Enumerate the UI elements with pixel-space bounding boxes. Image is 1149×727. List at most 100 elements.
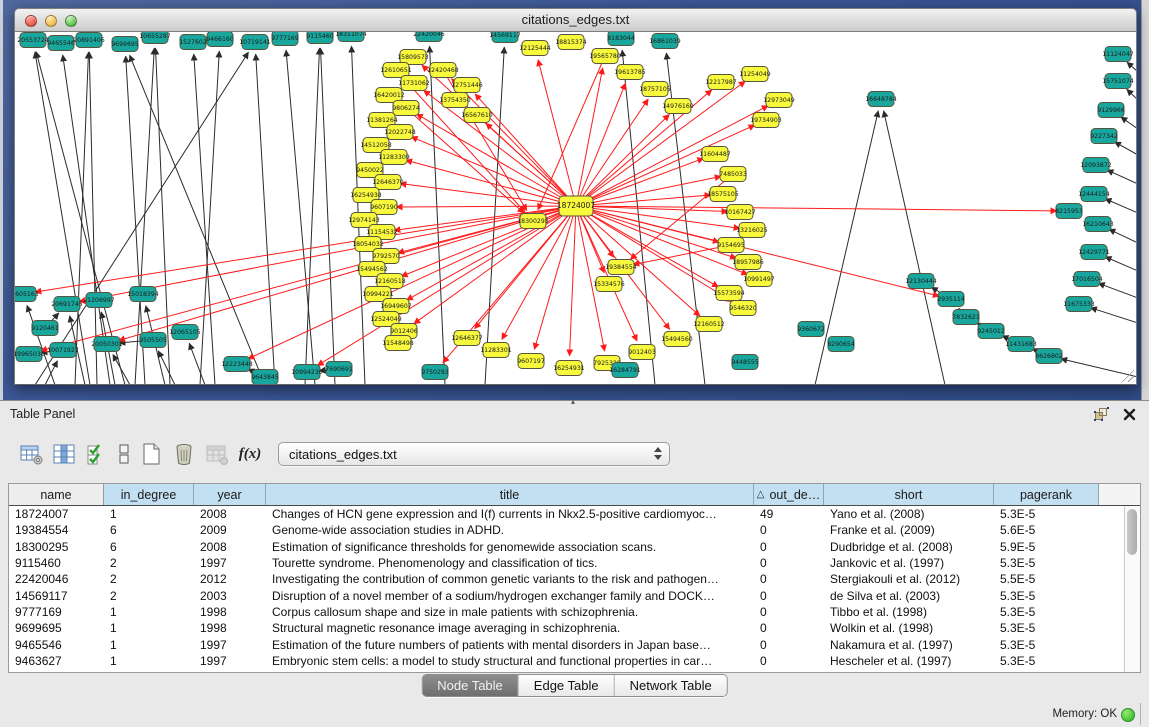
graph-node[interactable]: 10071927 bbox=[47, 343, 79, 358]
minimize-window-button[interactable] bbox=[45, 15, 57, 27]
graph-node[interactable]: 11283301 bbox=[480, 343, 512, 358]
table-row[interactable]: 1456911722003Disruption of a novel membe… bbox=[9, 587, 1124, 603]
graph-node[interactable]: 16567610 bbox=[461, 108, 493, 123]
graph-node[interactable]: 8215953 bbox=[1055, 204, 1083, 219]
column-header-in-degree[interactable]: in_degree bbox=[104, 484, 194, 505]
graph-node[interactable]: 13216025 bbox=[736, 223, 768, 238]
graph-node[interactable]: 14569117 bbox=[489, 32, 521, 43]
graph-node[interactable]: 10167427 bbox=[724, 205, 756, 220]
graph-node[interactable]: 10719141 bbox=[239, 35, 271, 50]
table-scrollbar[interactable] bbox=[1124, 506, 1140, 672]
tab-edge-table[interactable]: Edge Table bbox=[519, 675, 615, 696]
graph-node[interactable]: 19613785 bbox=[614, 65, 646, 80]
close-panel-icon[interactable] bbox=[1121, 406, 1137, 422]
graph-node[interactable]: 9360672 bbox=[797, 322, 825, 337]
graph-node[interactable]: 15334576 bbox=[593, 277, 625, 292]
graph-node[interactable]: 16284791 bbox=[609, 363, 641, 378]
graph-node[interactable]: 12751446 bbox=[451, 78, 483, 93]
table-row[interactable]: 946362711997Embryonic stem cells: a mode… bbox=[9, 653, 1124, 669]
graph-node[interactable]: 11548498 bbox=[382, 336, 414, 351]
graph-node[interactable]: 14976160 bbox=[662, 99, 694, 114]
graph-node[interactable]: 11283309 bbox=[378, 150, 410, 165]
graph-node[interactable]: 9466160 bbox=[206, 32, 234, 47]
graph-node[interactable]: 12420468 bbox=[427, 63, 459, 78]
graph-node[interactable]: 9154695 bbox=[717, 238, 745, 253]
network-canvas[interactable]: 1872400715809573126106511173106216420012… bbox=[14, 32, 1137, 385]
network-graph[interactable]: 1872400715809573126106511173106216420012… bbox=[15, 32, 1137, 385]
network-window-titlebar[interactable]: citations_edges.txt bbox=[14, 8, 1137, 32]
tab-node-table[interactable]: Node Table bbox=[422, 675, 519, 696]
graph-node[interactable]: 17016504 bbox=[1071, 272, 1103, 287]
new-table-icon[interactable] bbox=[138, 441, 164, 467]
graph-node[interactable]: 8290654 bbox=[827, 337, 855, 352]
table-row[interactable]: 1938455462009Genome-wide association stu… bbox=[9, 522, 1124, 538]
column-header-short[interactable]: short bbox=[824, 484, 994, 505]
graph-node[interactable]: 12973049 bbox=[763, 93, 795, 108]
graph-node[interactable]: 12160512 bbox=[693, 317, 725, 332]
graph-node[interactable]: 18957986 bbox=[732, 255, 764, 270]
graph-node[interactable]: 8626802 bbox=[1035, 349, 1063, 364]
graph-node[interactable]: 12646370 bbox=[372, 175, 404, 190]
graph-node[interactable]: 20050301 bbox=[91, 337, 123, 352]
graph-node[interactable]: 20891406 bbox=[73, 33, 105, 48]
graph-node[interactable]: 11124047 bbox=[1102, 47, 1134, 62]
graph-node[interactable]: 20691745 bbox=[51, 297, 83, 312]
graph-node[interactable]: 16210643 bbox=[1082, 217, 1114, 232]
tab-network-table[interactable]: Network Table bbox=[615, 675, 727, 696]
graph-node[interactable]: 9245012 bbox=[977, 324, 1005, 339]
graph-node[interactable]: 15018394 bbox=[127, 287, 159, 302]
graph-node[interactable]: 11254049 bbox=[739, 67, 771, 82]
graph-node[interactable]: 18311074 bbox=[335, 32, 367, 42]
graph-node[interactable]: 19965036 bbox=[15, 347, 45, 362]
graph-node[interactable]: 9777169 bbox=[271, 32, 299, 46]
graph-node[interactable]: 19565780 bbox=[589, 49, 621, 64]
graph-node[interactable]: 20605163 bbox=[15, 287, 39, 302]
graph-node[interactable]: 10991497 bbox=[743, 272, 775, 287]
graph-node[interactable]: 20553724 bbox=[17, 33, 49, 48]
graph-node[interactable]: 16861039 bbox=[649, 34, 681, 49]
graph-node[interactable]: 9227342 bbox=[1090, 129, 1118, 144]
memory-status-indicator[interactable] bbox=[1121, 708, 1135, 722]
graph-node[interactable]: 16648784 bbox=[865, 92, 897, 107]
table-settings-icon[interactable] bbox=[18, 441, 44, 467]
graph-node[interactable]: 9643845 bbox=[251, 370, 279, 385]
graph-node[interactable]: 19384554 bbox=[605, 260, 637, 275]
close-window-button[interactable] bbox=[25, 15, 37, 27]
graph-node[interactable]: 7485033 bbox=[719, 167, 747, 182]
table-scrollbar-thumb[interactable] bbox=[1127, 509, 1137, 555]
graph-node[interactable]: 9546320 bbox=[729, 301, 757, 316]
column-select-icon[interactable] bbox=[51, 441, 77, 467]
column-header-year[interactable]: year bbox=[194, 484, 266, 505]
graph-node[interactable]: 18757105 bbox=[639, 82, 671, 97]
graph-node[interactable]: 9505505 bbox=[139, 333, 167, 348]
graph-node[interactable]: 13754350 bbox=[439, 93, 471, 108]
graph-node[interactable]: 9465546 bbox=[47, 36, 75, 51]
graph-node[interactable]: 7832621 bbox=[952, 310, 980, 325]
graph-node[interactable]: 11604487 bbox=[699, 147, 731, 162]
table-row[interactable]: 946554611997Estimation of the future num… bbox=[9, 636, 1124, 652]
graph-node[interactable]: 9129966 bbox=[1097, 103, 1125, 118]
graph-node[interactable]: 12065105 bbox=[169, 325, 201, 340]
delete-table-icon[interactable] bbox=[171, 441, 197, 467]
rows-icon[interactable] bbox=[117, 441, 131, 467]
graph-node[interactable]: 9448555 bbox=[731, 355, 759, 370]
graph-node[interactable]: 19734903 bbox=[750, 113, 782, 128]
graph-node[interactable]: 18724007 bbox=[557, 196, 595, 216]
graph-node[interactable]: 15573594 bbox=[713, 286, 745, 301]
graph-node[interactable]: 22420046 bbox=[413, 32, 445, 42]
graph-node[interactable]: 21206997 bbox=[83, 293, 115, 308]
graph-node[interactable]: 2935114 bbox=[937, 292, 965, 307]
table-select-dropdown[interactable]: citations_edges.txt bbox=[278, 442, 670, 466]
graph-node[interactable]: 11731062 bbox=[398, 76, 430, 91]
graph-node[interactable]: 12093872 bbox=[1080, 158, 1112, 173]
graph-node[interactable]: 9806274 bbox=[392, 101, 420, 116]
column-header-name[interactable]: name bbox=[9, 484, 104, 505]
graph-node[interactable]: 15494560 bbox=[661, 332, 693, 347]
table-row[interactable]: 1830029562008Estimation of significance … bbox=[9, 539, 1124, 555]
graph-node[interactable]: 9699695 bbox=[111, 37, 139, 52]
table-row[interactable]: 911546021997Tourette syndrome. Phenomeno… bbox=[9, 555, 1124, 571]
table-row[interactable]: 2242004622012Investigating the contribut… bbox=[9, 571, 1124, 587]
graph-node[interactable]: 8183044 bbox=[607, 32, 635, 46]
graph-node[interactable]: 12444154 bbox=[1078, 187, 1110, 202]
graph-node[interactable]: 9115460 bbox=[306, 32, 334, 44]
